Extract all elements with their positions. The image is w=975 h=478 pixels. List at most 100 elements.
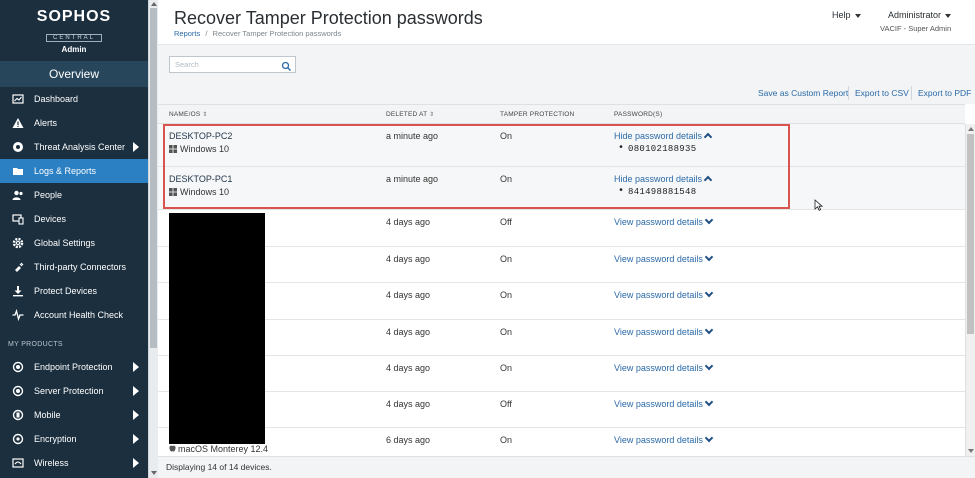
export-csv-link[interactable]: Export to CSV: [855, 88, 909, 98]
scrollbar-thumb[interactable]: [150, 8, 157, 348]
sidebar-item-protect-devices[interactable]: Protect Devices: [0, 279, 148, 303]
sidebar-item-mobile[interactable]: Mobile: [0, 403, 148, 427]
sidebar-item-threat-analysis[interactable]: Threat Analysis Center: [0, 135, 148, 159]
divider: [911, 86, 912, 100]
divider: [848, 86, 849, 100]
view-password-details-link[interactable]: View password details: [614, 288, 714, 300]
sidebar-item-dashboard[interactable]: Dashboard: [0, 87, 148, 111]
sort-icon[interactable]: ⇕: [429, 111, 434, 118]
toolbar: Save as Custom Report Export to CSV Expo…: [158, 44, 975, 104]
sidebar-item-label: Account Health Check: [34, 310, 124, 320]
expand-arrow-icon[interactable]: [133, 434, 139, 444]
expand-arrow-icon[interactable]: [133, 142, 139, 152]
view-password-details-link[interactable]: View password details: [614, 361, 714, 373]
view-password-details-link[interactable]: View password details: [614, 325, 714, 337]
breadcrumb-reports-link[interactable]: Reports: [174, 29, 200, 38]
sophos-logo[interactable]: SOPHOS CENTRAL Admin: [0, 0, 148, 60]
link-label: View password details: [614, 254, 703, 264]
view-password-details-link[interactable]: View password details: [614, 252, 714, 264]
chevron-down-icon: [704, 325, 714, 335]
breadcrumb-separator: /: [205, 29, 208, 38]
tamper-status: On: [500, 290, 513, 300]
endpoint-icon: [12, 361, 24, 373]
sidebar-item-label: Alerts: [34, 118, 58, 128]
sidebar-item-devices[interactable]: Devices: [0, 207, 148, 231]
sidebar-item-server-protection[interactable]: Server Protection: [0, 379, 148, 403]
sidebar-item-account-health-check[interactable]: Account Health Check: [0, 303, 148, 327]
folder-icon: [12, 165, 24, 177]
tamper-status: On: [500, 435, 513, 445]
search-box[interactable]: [169, 56, 296, 73]
tamper-status: Off: [500, 217, 512, 227]
mobile-icon: [12, 409, 24, 421]
server-icon: [12, 385, 24, 397]
expand-arrow-icon[interactable]: [133, 386, 139, 396]
link-label: View password details: [614, 217, 703, 227]
link-label: View password details: [614, 363, 703, 373]
sidebar-item-third-party-connectors[interactable]: Third-party Connectors: [0, 255, 148, 279]
chevron-down-icon: [704, 361, 714, 371]
deleted-at: 6 days ago: [386, 435, 431, 445]
table-header: NAME/OS ⇕ DELETED AT ⇕ TAMPER PROTECTION P…: [158, 104, 965, 124]
chevron-down-icon: [945, 13, 952, 18]
sidebar-item-wireless[interactable]: Wireless: [0, 451, 148, 475]
table-row: 4 days ago On View password details: [158, 283, 965, 320]
export-pdf-link[interactable]: Export to PDF: [918, 88, 971, 98]
expand-arrow-icon[interactable]: [133, 458, 139, 468]
scroll-up-icon[interactable]: [968, 127, 974, 131]
view-password-details-link[interactable]: View password details: [614, 397, 714, 409]
admin-menu[interactable]: Administrator: [888, 10, 952, 20]
breadcrumb: Reports / Recover Tamper Protection pass…: [174, 29, 341, 38]
deleted-at: 4 days ago: [386, 217, 431, 227]
encryption-icon: [12, 433, 24, 445]
device-count-status: Displaying 14 of 14 devices.: [166, 462, 272, 472]
search-icon[interactable]: [281, 59, 292, 71]
column-header-name[interactable]: NAME/OS ⇕: [169, 111, 208, 118]
sidebar-item-label: Server Protection: [34, 386, 104, 396]
table-row: 4 days ago On View password details: [158, 320, 965, 356]
devices-icon: [12, 213, 24, 225]
expand-arrow-icon[interactable]: [133, 410, 139, 420]
deleted-at: 4 days ago: [386, 327, 431, 337]
dashboard-icon: [12, 93, 24, 105]
sidebar-item-label: Devices: [34, 214, 67, 224]
sidebar-item-label: Wireless: [34, 458, 69, 468]
page-header: Recover Tamper Protection passwords Repo…: [158, 0, 975, 44]
table-row: 4 days ago On View password details: [158, 247, 965, 283]
sidebar-item-endpoint-protection[interactable]: Endpoint Protection: [0, 355, 148, 379]
table-row: 6 days ago On View password details: [158, 428, 965, 456]
sidebar-item-label: Global Settings: [34, 238, 96, 248]
expand-arrow-icon[interactable]: [133, 362, 139, 372]
sort-icon[interactable]: ⇕: [202, 111, 207, 118]
help-menu[interactable]: Help: [832, 10, 861, 20]
table-scrollbar[interactable]: [965, 124, 975, 456]
chevron-down-icon: [704, 252, 714, 262]
link-label: View password details: [614, 399, 703, 409]
sidebar-item-people[interactable]: People: [0, 183, 148, 207]
gear-icon: [12, 237, 24, 249]
chevron-down-icon: [704, 215, 714, 225]
sidebar-item-encryption[interactable]: Encryption: [0, 427, 148, 451]
view-password-details-link[interactable]: View password details: [614, 433, 714, 445]
column-header-deleted[interactable]: DELETED AT ⇕: [386, 111, 435, 118]
save-custom-report-link[interactable]: Save as Custom Report: [758, 88, 848, 98]
sidebar-item-label: Dashboard: [34, 94, 79, 104]
deleted-at: 4 days ago: [386, 290, 431, 300]
sidebar-item-logs-reports[interactable]: Logs & Reports: [0, 159, 148, 183]
os-label: macOS Monterey 12.4: [178, 444, 269, 454]
sidebar: SOPHOS CENTRAL Admin Overview Dashboard …: [0, 0, 148, 478]
scroll-up-icon[interactable]: [151, 2, 157, 6]
highlight-annotation: [163, 124, 790, 209]
view-password-details-link[interactable]: View password details: [614, 215, 714, 227]
chevron-down-icon: [704, 397, 714, 407]
scrollbar-thumb[interactable]: [967, 134, 974, 334]
sidebar-item-alerts[interactable]: Alerts: [0, 111, 148, 135]
sidebar-item-global-settings[interactable]: Global Settings: [0, 231, 148, 255]
scroll-down-icon[interactable]: [968, 449, 974, 453]
overview-header[interactable]: Overview: [0, 61, 148, 87]
sidebar-scrollbar[interactable]: [148, 0, 158, 478]
threat-icon: [12, 141, 24, 153]
search-input[interactable]: [170, 57, 278, 72]
admin-label: Administrator: [888, 10, 942, 20]
scroll-down-icon[interactable]: [151, 471, 157, 475]
